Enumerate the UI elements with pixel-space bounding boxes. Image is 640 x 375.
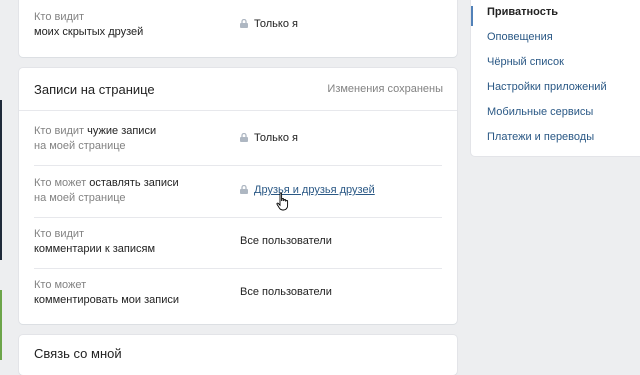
- menu-item-notifications[interactable]: Оповещения: [487, 31, 553, 43]
- hidden-friends-label: Кто видит моих скрытых друзей: [34, 10, 224, 40]
- divider: [34, 268, 442, 269]
- menu-item-app-settings[interactable]: Настройки приложений: [487, 81, 607, 93]
- menu-item-privacy[interactable]: Приватность: [487, 6, 558, 18]
- divider: [19, 110, 457, 111]
- divider: [34, 165, 442, 166]
- hand-cursor-icon: [276, 192, 289, 211]
- wall-privacy-card: Записи на странице Изменения сохранены К…: [19, 68, 457, 324]
- label-line-bold: моих скрытых друзей: [34, 26, 144, 38]
- comments-view-setting[interactable]: Все пользователи: [240, 235, 332, 247]
- label-bold: комментарии к записям: [34, 243, 156, 255]
- label-text: Кто видит: [34, 125, 88, 137]
- menu-item-payments[interactable]: Платежи и переводы: [487, 131, 594, 143]
- lock-icon: [240, 133, 248, 142]
- label-bold: чужие записи: [87, 125, 157, 137]
- label-bold: комментировать мои записи: [34, 294, 179, 306]
- wall-view-setting[interactable]: Только я: [240, 132, 298, 144]
- contact-privacy-card: Связь со мной: [19, 335, 457, 375]
- settings-menu: Приватность Оповещения Чёрный список Нас…: [471, 0, 640, 156]
- privacy-card-friends: Кто видит моих скрытых друзей Только я: [19, 0, 457, 57]
- row-label: Кто видит чужие записи на моей странице: [34, 124, 224, 154]
- wall-post-setting[interactable]: Друзья и друзья друзей: [240, 184, 375, 196]
- section-title: Связь со мной: [34, 346, 122, 361]
- label-text: на моей странице: [34, 140, 126, 152]
- setting-value: Только я: [254, 132, 298, 144]
- setting-value: Только я: [254, 18, 298, 30]
- label-bold: оставлять записи: [89, 177, 179, 189]
- lock-icon: [240, 19, 248, 28]
- active-indicator: [471, 6, 473, 26]
- hidden-friends-setting[interactable]: Только я: [240, 18, 298, 30]
- label-text: Кто видит: [34, 228, 85, 240]
- section-title: Записи на странице: [34, 82, 155, 97]
- row-label: Кто может комментировать мои записи: [34, 278, 224, 308]
- menu-item-mobile-services[interactable]: Мобильные сервисы: [487, 106, 593, 118]
- row-label: Кто может оставлять записи на моей стран…: [34, 176, 224, 206]
- setting-value: Все пользователи: [240, 286, 332, 298]
- lock-icon: [240, 185, 248, 194]
- divider: [34, 217, 442, 218]
- comment-permission-setting[interactable]: Все пользователи: [240, 286, 332, 298]
- menu-item-blacklist[interactable]: Чёрный список: [487, 56, 564, 68]
- row-label: Кто видит комментарии к записям: [34, 227, 224, 257]
- label-text: на моей странице: [34, 192, 126, 204]
- label-text: Кто может: [34, 279, 87, 291]
- label-text: Кто может: [34, 177, 90, 189]
- saved-status: Изменения сохранены: [327, 83, 443, 95]
- setting-value-link[interactable]: Друзья и друзья друзей: [254, 184, 375, 196]
- left-edge-fragment: [0, 290, 2, 360]
- label-line: Кто видит: [34, 11, 85, 23]
- setting-value: Все пользователи: [240, 235, 332, 247]
- left-edge-fragment: [0, 100, 2, 260]
